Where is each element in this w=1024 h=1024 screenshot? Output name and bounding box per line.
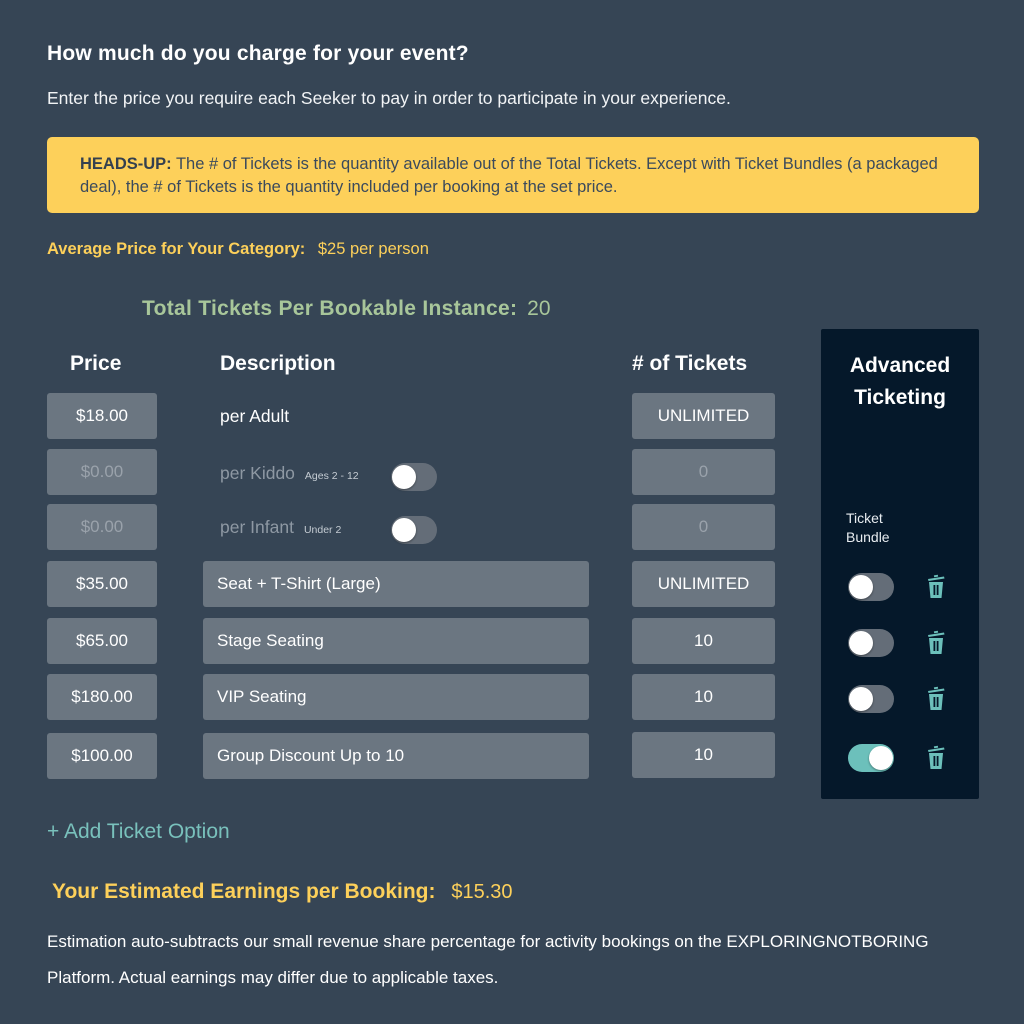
price-input-option-4[interactable]: $100.00 (47, 733, 157, 779)
toggle-knob (849, 575, 873, 599)
kiddo-toggle[interactable] (391, 463, 437, 491)
description-input-option-4[interactable]: Group Discount Up to 10 (203, 733, 589, 779)
price-input-option-1[interactable]: $35.00 (47, 561, 157, 607)
column-header-description: Description (220, 352, 336, 375)
total-tickets: Total Tickets Per Bookable Instance: 20 (142, 297, 551, 321)
estimated-earnings-value: $15.30 (451, 881, 513, 903)
bundle-toggle-option-3[interactable] (848, 685, 894, 713)
bundle-toggle-option-4[interactable] (848, 744, 894, 772)
trash-icon[interactable] (925, 686, 947, 712)
description-infant: per Infant Under 2 (220, 517, 341, 538)
description-input-option-1[interactable]: Seat + T-Shirt (Large) (203, 561, 589, 607)
average-price-value: $25 per person (317, 240, 429, 258)
estimated-earnings: Your Estimated Earnings per Booking: $15… (52, 880, 513, 904)
trash-icon[interactable] (925, 745, 947, 771)
toggle-knob (849, 687, 873, 711)
estimated-earnings-label: Your Estimated Earnings per Booking: (52, 880, 436, 903)
kiddo-age-note: Ages 2 - 12 (304, 470, 359, 482)
infant-age-note: Under 2 (303, 524, 342, 536)
price-input-option-2[interactable]: $65.00 (47, 618, 157, 664)
description-kiddo: per Kiddo Ages 2 - 12 (220, 463, 359, 484)
add-ticket-option-button[interactable]: + Add Ticket Option (47, 820, 230, 844)
tickets-input-option-4[interactable]: 10 (632, 732, 775, 778)
price-input-kiddo[interactable]: $0.00 (47, 449, 157, 495)
notice-text: The # of Tickets is the quantity availab… (80, 155, 938, 196)
tickets-input-option-3[interactable]: 10 (632, 674, 775, 720)
toggle-knob (392, 518, 416, 542)
total-tickets-value: 20 (527, 297, 551, 320)
price-input-infant[interactable]: $0.00 (47, 504, 157, 550)
bundle-toggle-option-1[interactable] (848, 573, 894, 601)
price-input-adult[interactable]: $18.00 (47, 393, 157, 439)
ticket-bundle-label: Ticket Bundle (846, 510, 890, 545)
description-adult: per Adult (220, 406, 290, 426)
notice-label: HEADS-UP: (80, 155, 172, 173)
page-subtitle: Enter the price you require each Seeker … (47, 88, 731, 108)
toggle-knob (849, 631, 873, 655)
column-header-price: Price (70, 352, 122, 375)
description-kiddo-label: per Kiddo (220, 463, 295, 483)
tickets-input-kiddo[interactable]: 0 (632, 449, 775, 495)
average-price-label: Average Price for Your Category: (47, 240, 306, 258)
infant-toggle[interactable] (391, 516, 437, 544)
price-input-option-3[interactable]: $180.00 (47, 674, 157, 720)
toggle-knob (392, 465, 416, 489)
description-input-option-2[interactable]: Stage Seating (203, 618, 589, 664)
toggle-knob (869, 746, 893, 770)
description-infant-label: per Infant (220, 517, 294, 537)
column-header-tickets: # of Tickets (632, 352, 748, 375)
earnings-disclaimer: Estimation auto-subtracts our small reve… (47, 932, 929, 987)
average-price: Average Price for Your Category: $25 per… (47, 240, 429, 259)
column-header-advanced-ticketing: Advanced Ticketing (849, 354, 951, 409)
heads-up-notice: HEADS-UP: The # of Tickets is the quanti… (47, 137, 979, 213)
tickets-input-infant[interactable]: 0 (632, 504, 775, 550)
trash-icon[interactable] (925, 630, 947, 656)
trash-icon[interactable] (925, 574, 947, 600)
tickets-input-option-2[interactable]: 10 (632, 618, 775, 664)
description-input-option-3[interactable]: VIP Seating (203, 674, 589, 720)
tickets-input-option-1[interactable]: UNLIMITED (632, 561, 775, 607)
tickets-input-adult[interactable]: UNLIMITED (632, 393, 775, 439)
bundle-toggle-option-2[interactable] (848, 629, 894, 657)
total-tickets-label: Total Tickets Per Bookable Instance: (142, 297, 518, 320)
page-title: How much do you charge for your event? (47, 42, 469, 65)
